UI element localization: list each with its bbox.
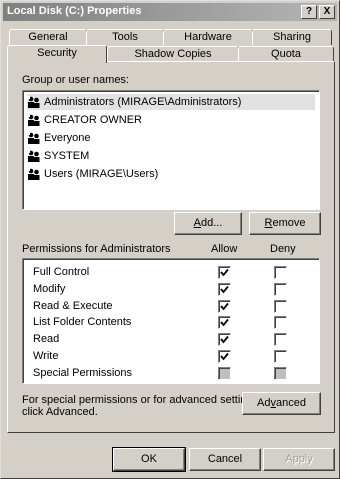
- ok-button[interactable]: OK: [112, 447, 186, 472]
- allow-checkbox[interactable]: [218, 333, 231, 347]
- tab-tools[interactable]: Tools: [86, 29, 164, 45]
- tab-shadow-copies[interactable]: Shadow Copies: [107, 46, 239, 62]
- user-name: SYSTEM: [44, 150, 90, 162]
- add-button[interactable]: Add...: [174, 212, 242, 235]
- user-name: Administrators (MIRAGE\Administrators): [44, 96, 242, 108]
- tab-sharing[interactable]: Sharing: [252, 29, 332, 45]
- advanced-button[interactable]: Advanced: [242, 392, 321, 415]
- permissions-list: Full Control Modify Read & Execute List Fol…: [22, 258, 320, 384]
- permission-name: List Folder Contents: [33, 316, 132, 329]
- users-group-icon: [27, 131, 44, 144]
- tab-hardware[interactable]: Hardware: [163, 29, 253, 45]
- users-group-icon: [27, 149, 44, 162]
- deny-checkbox[interactable]: [274, 366, 287, 380]
- allow-checkbox[interactable]: [218, 266, 231, 279]
- advanced-note-line1: For special permissions or for advanced …: [22, 394, 262, 406]
- allow-checkbox[interactable]: [218, 316, 231, 330]
- deny-checkbox[interactable]: [274, 266, 287, 279]
- apply-button[interactable]: Apply: [263, 448, 335, 471]
- advanced-note-line2: click Advanced.: [22, 406, 98, 418]
- allow-checkbox[interactable]: [218, 366, 231, 380]
- permission-name: Full Control: [33, 266, 90, 278]
- deny-checkbox[interactable]: [274, 282, 287, 296]
- title-bar: Local Disk (C:) Properties ? X: [3, 3, 337, 21]
- deny-header: Deny: [270, 243, 296, 255]
- allow-checkbox[interactable]: [218, 350, 231, 363]
- user-list-item[interactable]: CREATOR OWNER: [27, 112, 315, 128]
- group-label: Group or user names:: [22, 74, 129, 86]
- remove-button[interactable]: Remove: [249, 212, 321, 235]
- permissions-label: Permissions for Administrators: [22, 243, 171, 255]
- allow-header: Allow: [211, 243, 238, 255]
- cancel-button[interactable]: Cancel: [189, 448, 261, 471]
- allow-checkbox[interactable]: [218, 299, 231, 313]
- tab-security[interactable]: Security: [7, 45, 107, 63]
- window-title: Local Disk (C:) Properties: [7, 5, 142, 17]
- close-button[interactable]: X: [319, 5, 335, 19]
- allow-checkbox[interactable]: [218, 282, 231, 296]
- user-name: Users (MIRAGE\Users): [44, 168, 159, 180]
- user-list-item[interactable]: SYSTEM: [27, 148, 315, 164]
- deny-checkbox[interactable]: [274, 316, 287, 330]
- properties-dialog: Local Disk (C:) Properties ? X General T…: [0, 0, 340, 479]
- user-list-item[interactable]: Everyone: [27, 130, 315, 146]
- permission-name: Read: [33, 333, 60, 346]
- user-list-item[interactable]: Users (MIRAGE\Users): [27, 166, 315, 182]
- help-button[interactable]: ?: [301, 5, 317, 19]
- deny-checkbox[interactable]: [274, 299, 287, 313]
- user-list[interactable]: Administrators (MIRAGE\Administrators) CR…: [22, 90, 320, 210]
- permission-name: Special Permissions: [33, 366, 133, 379]
- security-panel: Group or user names: Administrators (MIR…: [7, 61, 335, 433]
- users-group-icon: [27, 167, 44, 180]
- deny-checkbox[interactable]: [274, 333, 287, 347]
- deny-checkbox[interactable]: [274, 350, 287, 363]
- permission-name: Read & Execute: [33, 299, 113, 312]
- tab-general[interactable]: General: [9, 29, 87, 45]
- users-group-icon: [27, 95, 44, 108]
- permission-name: Modify: [33, 282, 66, 295]
- user-name: CREATOR OWNER: [44, 114, 142, 126]
- tab-quota[interactable]: Quota: [238, 46, 334, 62]
- user-name: Everyone: [44, 132, 91, 144]
- users-group-icon: [27, 113, 44, 126]
- user-list-item[interactable]: Administrators (MIRAGE\Administrators): [27, 94, 315, 110]
- permission-name: Write: [33, 350, 59, 362]
